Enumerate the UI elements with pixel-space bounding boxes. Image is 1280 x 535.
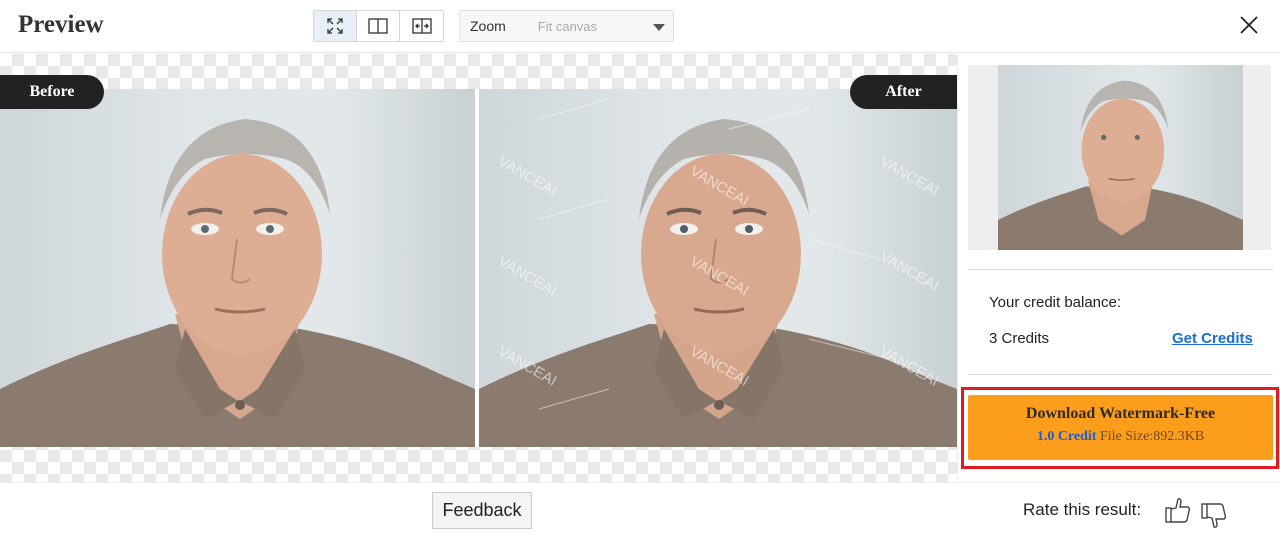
portrait-illustration: VANCEAI VANCEAI VANCEAI VANCEAI VANCEAI … (479, 98, 957, 447)
close-icon[interactable] (1236, 12, 1262, 38)
divider (968, 269, 1273, 270)
comparison-canvas: VANCEAI VANCEAI VANCEAI VANCEAI VANCEAI … (0, 54, 957, 482)
result-thumbnail (998, 65, 1243, 250)
fullscreen-icon (327, 18, 343, 34)
watermark-text: VANCEAI (495, 253, 560, 300)
watermark-text: VANCEAI (877, 153, 942, 200)
watermark-text: VANCEAI (495, 153, 560, 200)
before-badge: Before (0, 75, 104, 109)
download-button-details: 1.0 Credit File Size:892.3KB (968, 429, 1273, 445)
fullscreen-view-button[interactable] (314, 11, 357, 41)
download-watermark-free-button[interactable]: Download Watermark-Free 1.0 Credit File … (968, 395, 1273, 460)
download-sidebar: Your credit balance: 3 Credits Get Credi… (957, 54, 1280, 482)
zoom-label: Zoom (470, 18, 506, 34)
portrait-illustration (998, 80, 1243, 250)
before-image (0, 89, 475, 447)
file-size: File Size:892.3KB (1099, 429, 1205, 444)
chevron-down-icon (653, 24, 665, 31)
zoom-value: Fit canvas (537, 18, 598, 34)
watermark-text: VANCEAI (877, 248, 942, 295)
after-badge: After (850, 75, 957, 109)
split-view-button[interactable] (357, 11, 400, 41)
page-title: Preview (18, 11, 104, 38)
credit-balance-label: Your credit balance: (989, 294, 1122, 311)
credit-count: 3 Credits (989, 330, 1050, 347)
rate-label: Rate this result: (1023, 500, 1142, 519)
download-button-title: Download Watermark-Free (1025, 405, 1216, 422)
preview-header: Preview Zoom Fit canvas (0, 0, 1280, 53)
credit-cost: 1.0 Credit (1036, 429, 1097, 444)
divider (968, 374, 1273, 375)
thumbnail-frame (968, 65, 1271, 250)
slider-compare-button[interactable] (400, 11, 443, 41)
slider-compare-icon (411, 18, 432, 34)
thumbs-up-icon[interactable] (1164, 495, 1192, 525)
split-view-icon (368, 18, 388, 34)
portrait-illustration (0, 119, 475, 447)
preview-footer: Feedback Rate this result: (0, 482, 1280, 535)
zoom-select[interactable]: Zoom Fit canvas (459, 10, 674, 42)
after-image: VANCEAI VANCEAI VANCEAI VANCEAI VANCEAI … (479, 89, 957, 447)
feedback-button[interactable]: Feedback (432, 492, 532, 529)
thumbs-down-icon[interactable] (1200, 501, 1228, 531)
view-mode-toggle (313, 10, 444, 42)
get-credits-link[interactable]: Get Credits (1172, 330, 1253, 347)
